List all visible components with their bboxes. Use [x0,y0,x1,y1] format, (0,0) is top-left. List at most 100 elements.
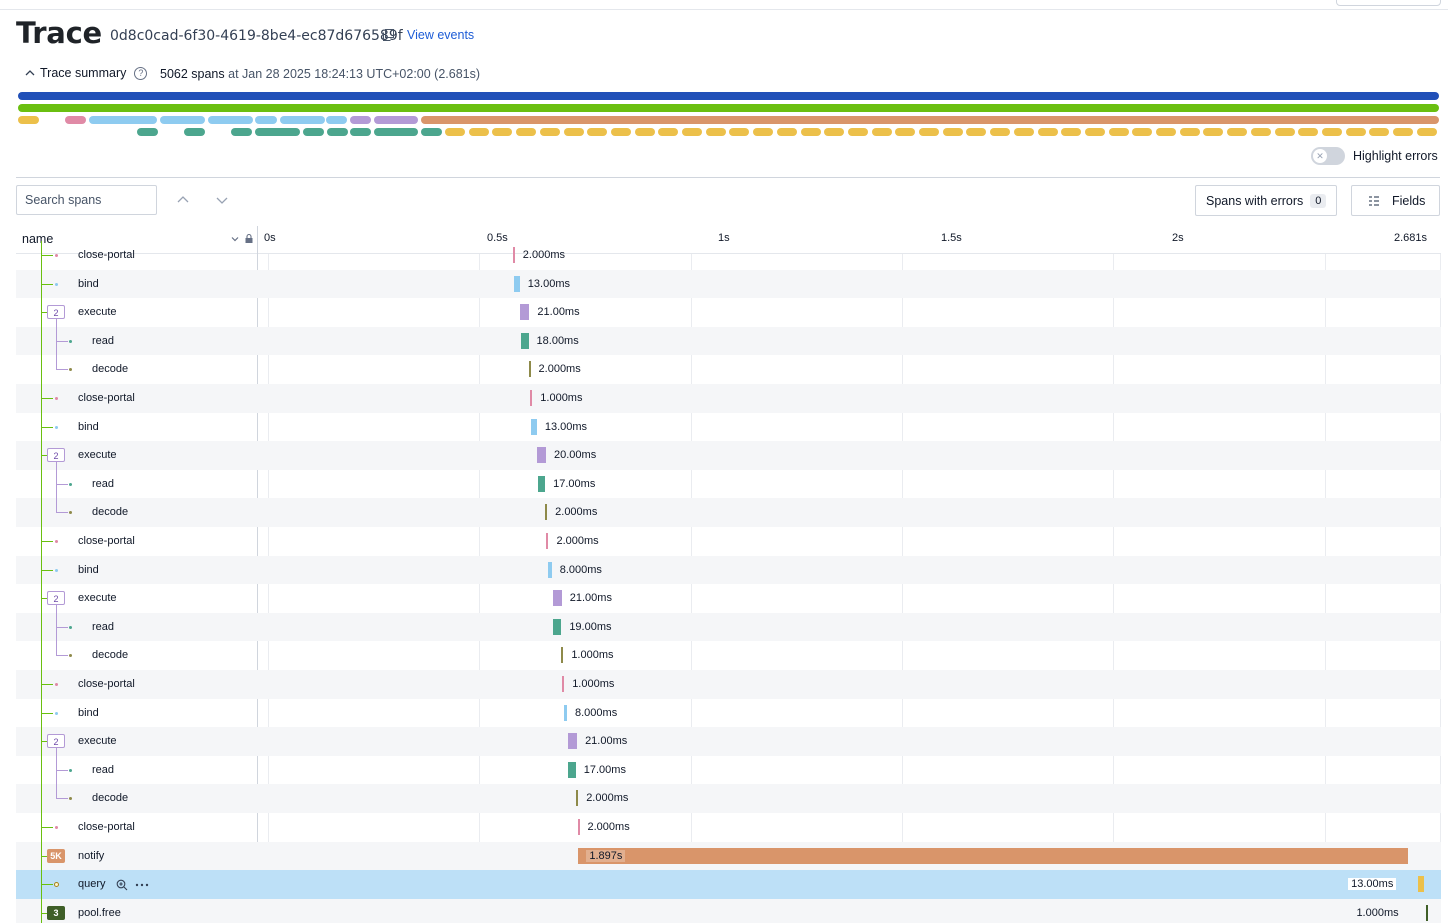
span-duration: 2.000ms [556,535,599,547]
tree-connector [56,483,68,485]
span-bar[interactable] [537,447,547,464]
child-count-badge[interactable]: 2 [47,305,65,320]
span-row[interactable]: 2 execute 21.00ms [16,584,1441,614]
span-bar[interactable] [545,504,548,521]
span-duration: 18.00ms [536,334,579,347]
span-bar[interactable] [576,790,579,807]
minimap-span [1109,128,1129,136]
span-bar[interactable] [528,361,531,378]
span-row[interactable]: decode 2.000ms [16,355,1441,384]
trace-summary-toggle[interactable]: Trace summary ? [24,66,148,80]
minimap-span [1061,128,1081,136]
span-row[interactable]: read 19.00ms [16,612,1441,642]
span-row[interactable]: read 17.00ms [16,755,1441,785]
minimap-span [374,116,418,124]
span-duration: 13.00ms [544,420,588,433]
chevron-down-icon[interactable] [214,192,230,208]
span-bar[interactable] [1426,904,1429,921]
span-row[interactable]: 3 pool.free 1.000ms [16,898,1441,923]
span-row[interactable]: close-portal 1.000ms [16,670,1441,699]
spans-with-errors-button[interactable]: Spans with errors 0 [1195,185,1337,216]
span-row[interactable]: 2 execute 21.00ms [16,727,1441,757]
span-bar[interactable] [537,475,546,492]
minimap-span [326,116,347,124]
span-dot [69,511,72,515]
child-count-badge[interactable]: 2 [47,734,65,749]
span-bar[interactable] [1418,876,1424,893]
span-dot [55,397,58,400]
span-dot [55,568,58,572]
span-row[interactable]: decode 1.000ms [16,641,1441,670]
span-name: read [92,620,115,633]
span-row[interactable]: bind 13.00ms [16,269,1441,299]
minimap-span [350,116,371,124]
span-row[interactable]: bind 13.00ms [16,412,1441,442]
zoom-icon[interactable] [116,878,128,891]
span-row[interactable]: decode 2.000ms [16,498,1441,527]
span-name: query [78,878,106,891]
span-row[interactable]: 2 execute 21.00ms [16,298,1441,328]
tree-connector [41,712,53,714]
span-row[interactable]: read 18.00ms [16,326,1441,356]
minimap-notify-bar [421,116,1439,124]
chevron-up-icon[interactable] [175,192,191,208]
span-bar[interactable] [514,275,520,292]
span-dot [69,482,72,486]
span-bar[interactable] [561,647,564,664]
child-count-badge[interactable]: 5K [47,848,65,863]
span-row[interactable]: read 17.00ms [16,469,1441,499]
minimap-span [895,128,915,136]
span-row[interactable]: close-portal 2.000ms [16,813,1441,842]
span-row[interactable]: 5K notify 1.897s [16,841,1441,871]
span-bar[interactable] [567,733,578,750]
tree-guide [41,355,42,384]
span-row[interactable]: bind 8.000ms [16,698,1441,728]
span-name: bind [78,277,99,290]
minimap-span [18,116,39,124]
span-bar[interactable] [552,590,562,607]
span-row[interactable]: close-portal 1.000ms [16,384,1441,413]
view-events-link[interactable]: View events [407,28,474,42]
child-count-badge[interactable]: 2 [47,448,65,463]
copy-icon[interactable] [382,29,394,41]
highlight-errors-control[interactable]: ✕ Highlight errors [1311,147,1438,165]
span-bar[interactable] [546,533,549,549]
span-bar[interactable] [568,761,576,778]
span-name: close-portal [78,249,135,261]
span-bar[interactable] [563,704,567,721]
more-icon[interactable] [135,878,149,890]
span-bar[interactable] [578,847,1408,864]
tree-guide [41,612,42,642]
span-dot [69,625,72,629]
span-row[interactable]: 2 execute 20.00ms [16,441,1441,471]
span-row[interactable]: query 13.00ms [16,870,1441,899]
span-dot [55,282,58,286]
tree-guide [56,641,57,657]
span-bar[interactable] [520,304,530,321]
span-row[interactable]: close-portal 2.000ms [16,241,1441,270]
minimap-span [848,128,868,136]
child-count-badge[interactable]: 3 [47,905,65,920]
tree-connector [56,626,68,628]
span-bar[interactable] [520,332,529,349]
highlight-errors-toggle[interactable]: ✕ [1311,147,1345,165]
fields-button[interactable]: Fields [1351,185,1440,216]
child-count-badge[interactable]: 2 [47,591,65,606]
search-input[interactable] [16,185,157,215]
span-bar[interactable] [577,819,580,835]
span-duration: 13.00ms [527,277,570,290]
minimap-span [137,128,158,136]
help-icon[interactable]: ? [134,66,148,80]
span-row[interactable]: bind 8.000ms [16,555,1441,585]
span-row[interactable]: decode 2.000ms [16,784,1441,813]
span-bar[interactable] [530,390,533,406]
top-button[interactable] [1336,0,1441,6]
span-bar[interactable] [512,247,515,263]
span-bar[interactable] [562,676,565,692]
span-bar[interactable] [548,561,552,578]
span-bar[interactable] [531,418,537,435]
trace-minimap[interactable] [18,90,1439,138]
chevron-up-icon [25,70,35,76]
span-row[interactable]: close-portal 2.000ms [16,527,1441,556]
span-bar[interactable] [553,618,562,635]
